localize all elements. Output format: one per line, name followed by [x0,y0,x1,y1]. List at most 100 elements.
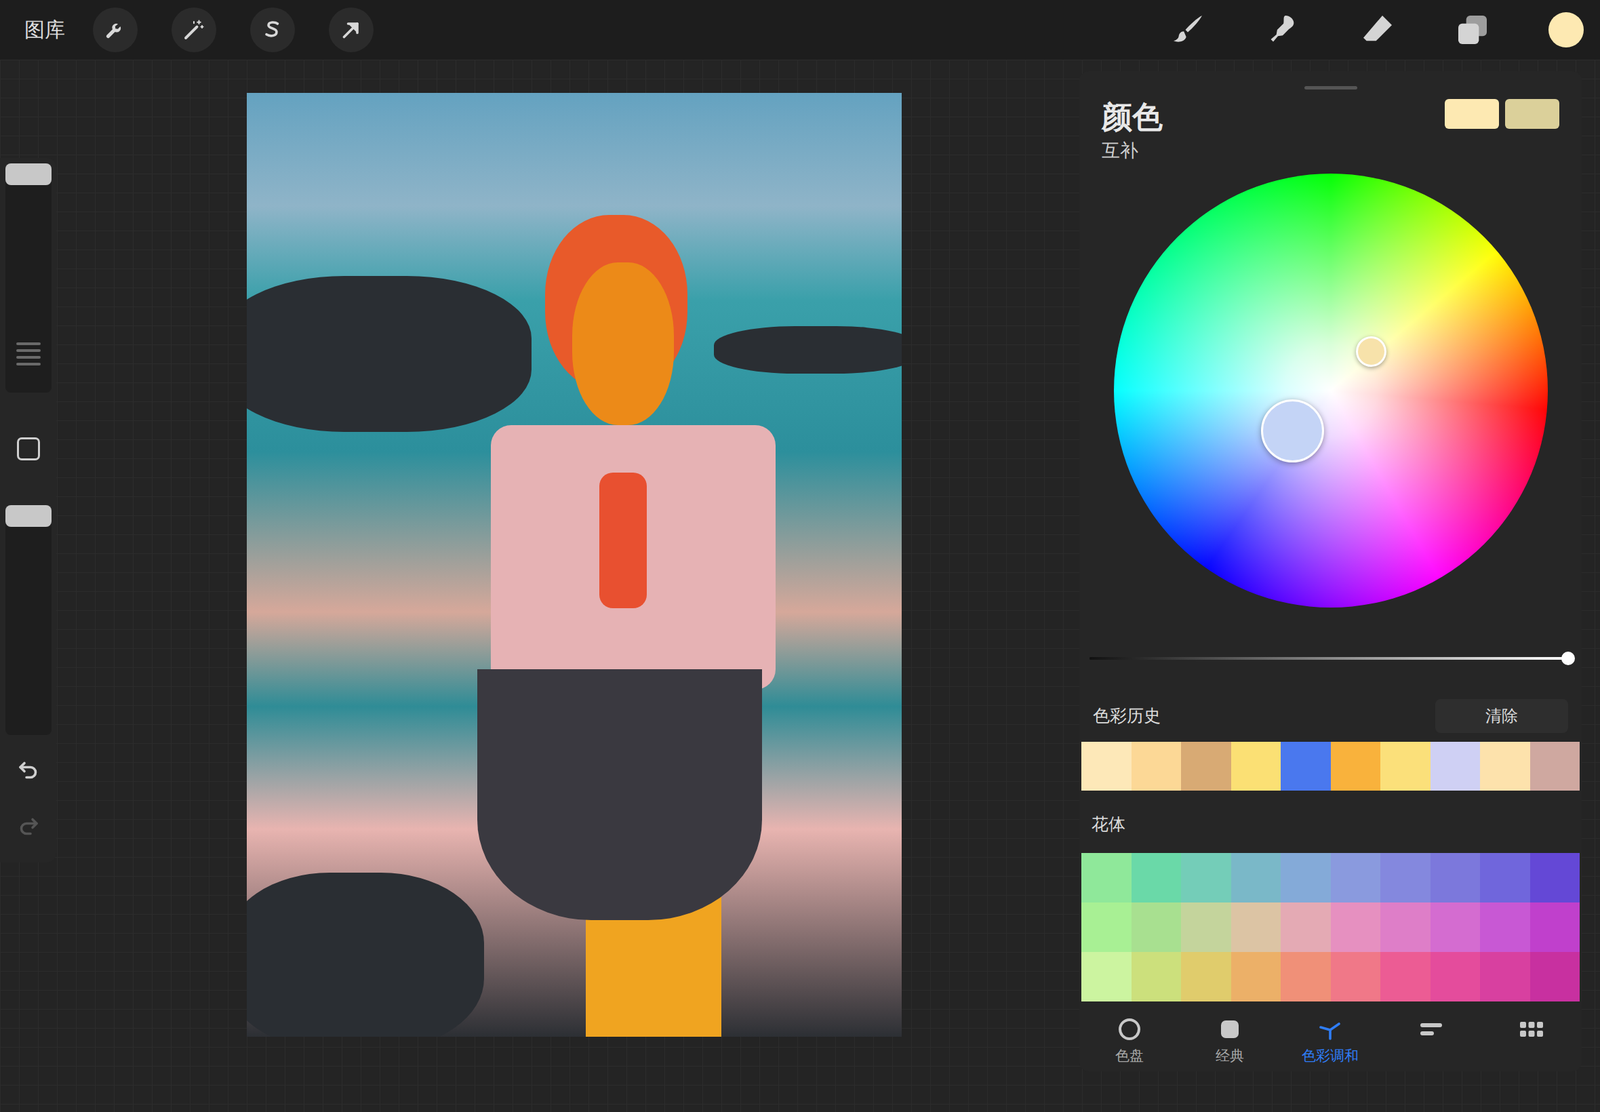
slider-thumb[interactable] [5,163,52,186]
history-swatch[interactable] [1330,741,1382,791]
history-swatch[interactable] [1081,741,1132,791]
palette-swatch[interactable] [1231,852,1282,903]
square-icon [1216,1015,1244,1043]
palette-swatch[interactable] [1530,902,1581,952]
mode-tab[interactable]: 色盘 [1079,1010,1180,1067]
artwork[interactable] [246,92,902,1037]
palette-swatch[interactable] [1181,852,1232,903]
palettes-icon [1517,1015,1546,1043]
rocks [246,872,485,1037]
palette-swatch[interactable] [1131,852,1182,903]
color-panel: 颜色 互补 色彩历史 清除 花体 色盘经典色彩调和 [1079,71,1582,1072]
brightness-slider[interactable] [1089,651,1569,666]
palette-swatch[interactable] [1380,852,1431,903]
adjustments-button[interactable] [171,7,217,53]
sidebar [0,157,57,863]
skirt [477,669,763,920]
brush-icon[interactable] [1168,10,1207,49]
face [572,262,674,426]
arrow-icon [338,17,364,43]
color-wheel[interactable] [1113,173,1548,608]
slider-thumb[interactable] [5,505,52,527]
selection-icon [260,17,285,43]
opacity-slider[interactable] [5,505,52,735]
history-swatch[interactable] [1181,741,1232,791]
palette-swatch[interactable] [1430,852,1481,903]
palette-swatch[interactable] [1430,902,1481,952]
palette-swatch[interactable] [1131,902,1182,952]
wrench-icon [103,17,128,43]
tab-label: 色彩调和 [1301,1046,1359,1065]
gallery-button[interactable]: 图库 [24,16,66,44]
palette-swatch[interactable] [1330,902,1382,952]
scarf [599,472,647,609]
palette-swatch[interactable] [1231,902,1282,952]
transform-button[interactable] [328,7,374,53]
harmony-mode[interactable]: 互补 [1101,138,1163,163]
palette-swatch[interactable] [1181,902,1232,952]
modify-button[interactable] [16,437,40,461]
disc-icon [1115,1015,1144,1043]
layers-icon[interactable] [1453,10,1492,49]
harmony-icon [1316,1015,1344,1043]
actions-button[interactable] [92,7,138,53]
canvas-area: 颜色 互补 色彩历史 清除 花体 色盘经典色彩调和 [0,59,1600,1112]
palette-swatch[interactable] [1081,852,1132,903]
history-swatch[interactable] [1430,741,1481,791]
eraser-icon[interactable] [1358,10,1397,49]
palette-swatch[interactable] [1380,951,1431,1002]
palette-swatch[interactable] [1280,852,1331,903]
clear-button[interactable]: 清除 [1435,698,1569,733]
secondary-swatch[interactable] [1505,98,1560,129]
palette-swatch[interactable] [1181,951,1232,1002]
palette-swatch[interactable] [1280,951,1331,1002]
history-swatch[interactable] [1231,741,1282,791]
primary-swatch[interactable] [1444,98,1499,129]
palette-swatch[interactable] [1280,902,1331,952]
mode-tabs: 色盘 经典 色彩调和 [1079,1010,1582,1067]
palette-swatch[interactable] [1330,852,1382,903]
palette-swatch[interactable] [1081,902,1132,952]
selection-button[interactable] [250,7,295,53]
palette-swatch[interactable] [1480,852,1531,903]
palette-swatch[interactable] [1081,951,1132,1002]
panel-handle[interactable] [1304,86,1358,90]
mode-tab[interactable] [1481,1010,1582,1067]
history-header: 色彩历史 清除 [1079,698,1582,733]
value-icon [1417,1015,1445,1043]
history-swatch[interactable] [1280,741,1331,791]
panel-title: 颜色 [1101,98,1163,136]
harmony-handle[interactable] [1355,336,1387,367]
mode-tab[interactable]: 经典 [1179,1010,1280,1067]
rocks [246,275,532,432]
smudge-icon[interactable] [1263,10,1302,49]
undo-icon[interactable] [16,757,41,783]
redo-icon[interactable] [16,814,41,839]
history-swatch[interactable] [1480,741,1531,791]
palette-swatch[interactable] [1380,902,1431,952]
palette-swatch[interactable] [1231,951,1282,1002]
palette-swatch[interactable] [1530,852,1581,903]
tab-label: 色盘 [1115,1046,1144,1065]
rocks [713,326,902,374]
tab-label: 经典 [1215,1046,1245,1065]
mode-tab[interactable] [1381,1010,1482,1067]
palette-swatch[interactable] [1480,951,1531,1002]
palette-swatch[interactable] [1530,951,1581,1002]
palette-swatch[interactable] [1430,951,1481,1002]
history-swatch[interactable] [1131,741,1182,791]
palette-swatch[interactable] [1131,951,1182,1002]
palette-grid [1081,852,1580,1002]
slider-thumb[interactable] [1561,651,1575,666]
history-swatch[interactable] [1530,741,1581,791]
active-color-button[interactable] [1548,12,1584,48]
history-swatch[interactable] [1380,741,1431,791]
top-bar: 图库 [0,0,1600,60]
harmony-handle[interactable] [1261,399,1325,463]
magic-wand-icon [181,17,207,43]
palette-swatch[interactable] [1480,902,1531,952]
size-lines-icon [16,342,41,366]
palette-swatch[interactable] [1330,951,1382,1002]
mode-tab[interactable]: 色彩调和 [1280,1010,1381,1067]
brush-size-slider[interactable] [5,163,52,393]
